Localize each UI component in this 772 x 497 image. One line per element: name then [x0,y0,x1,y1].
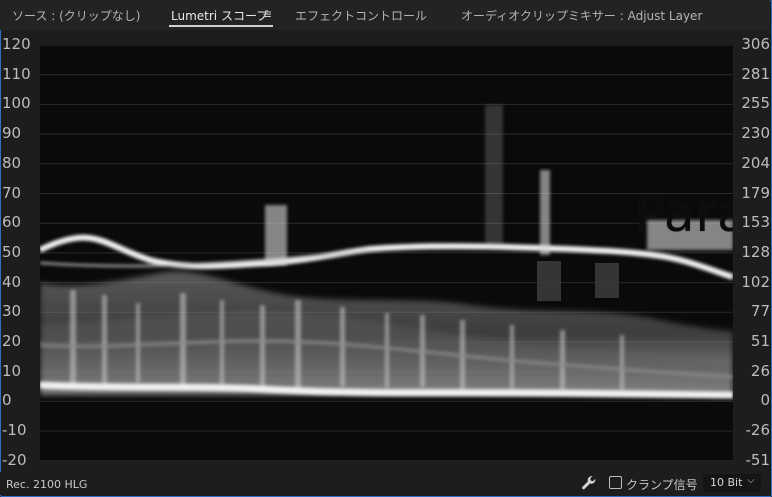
right-scale-tick: 179 [741,183,770,202]
bit-depth-value: 10 Bit [710,476,743,489]
right-scale-tick: -51 [745,450,771,469]
hamburger-menu-icon[interactable]: ≡ [262,7,272,21]
right-scale-tick: 128 [741,242,770,261]
left-scale-tick: -10 [2,421,27,440]
right-scale-tick: -26 [745,421,771,440]
right-scale-tick: 230 [741,124,770,143]
tab-source[interactable]: ソース : (クリップなし) [12,7,140,24]
right-scale-tick: 26 [750,361,770,380]
left-scale-tick: 70 [2,183,22,202]
left-scale-tick: 40 [2,272,22,291]
tab-audio-clip-mixer[interactable]: オーディオクリップミキサー : Adjust Layer [461,7,702,24]
color-space-label[interactable]: Rec. 2100 HLG [6,478,87,491]
chevron-down-icon: ⌵ [747,475,755,486]
left-scale-tick: 60 [2,213,22,232]
left-scale-tick: 10 [2,361,22,380]
right-scale-tick: 255 [741,94,770,113]
waveform-trace [40,45,733,461]
left-scale-tick: 50 [2,242,22,261]
panel-tab-bar: ソース : (クリップなし) Lumetri スコープ ≡ エフェクトコントロー… [0,0,770,30]
left-scale-tick: -20 [2,450,27,469]
left-scale-tick: 30 [2,302,22,321]
tab-effect-controls[interactable]: エフェクトコントロール [295,7,427,24]
wrench-icon[interactable] [580,474,598,492]
left-scale-tick: 20 [2,332,22,350]
tab-lumetri-scopes[interactable]: Lumetri スコープ [171,7,268,24]
left-scale-tick: 110 [2,64,31,83]
left-scale-tick: 0 [2,391,12,410]
clamp-signal-label: クランプ信号 [626,478,698,492]
active-tab-indicator [169,25,273,27]
right-scale-tick: 51 [750,332,770,350]
clamp-signal-checkbox[interactable] [609,476,622,489]
parade-label-watermark: Parade [635,185,733,243]
waveform-scope-display[interactable]: Parade [40,45,733,461]
left-scale-tick: 100 [2,94,31,113]
right-scale-tick: 153 [741,213,770,232]
left-scale-tick: 120 [2,35,31,53]
bit-depth-dropdown[interactable]: 10 Bit ⌵ [703,474,761,492]
right-scale-tick: 281 [741,64,770,83]
right-scale-tick: 77 [750,302,770,321]
right-scale-tick: 306 [741,35,770,53]
left-scale-tick: 80 [2,153,22,172]
right-scale-tick: 102 [741,272,770,291]
left-scale-tick: 90 [2,124,22,143]
right-scale-tick: 0 [760,391,770,410]
right-scale-tick: 204 [741,153,770,172]
